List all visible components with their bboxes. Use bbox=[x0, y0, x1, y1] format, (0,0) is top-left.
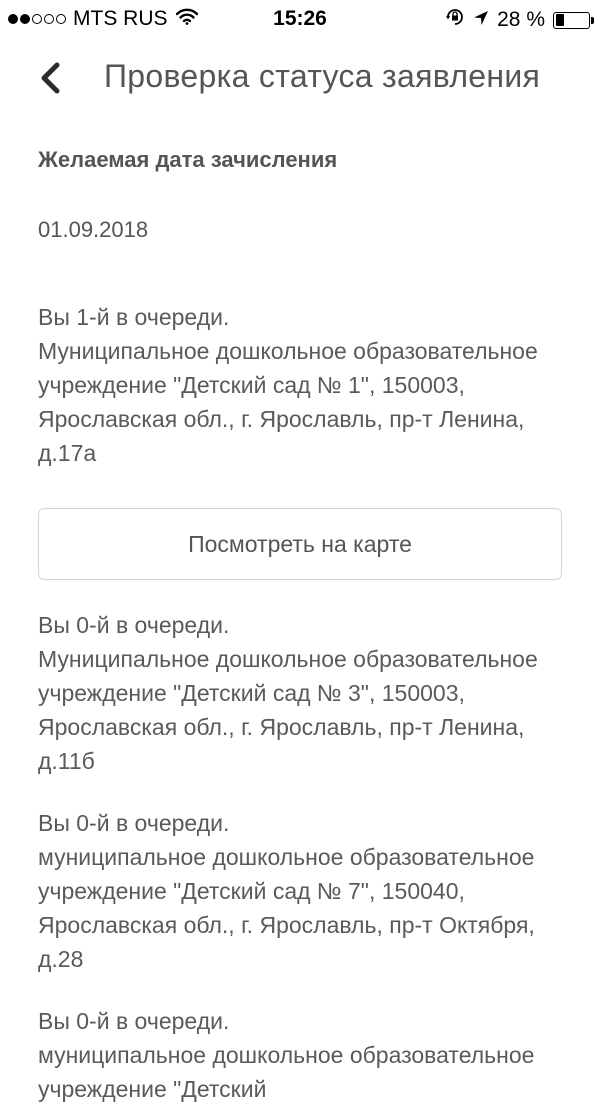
view-on-map-button[interactable]: Посмотреть на карте bbox=[38, 508, 562, 580]
enrollment-date-value: 01.09.2018 bbox=[38, 217, 149, 242]
queue-entry: Вы 0-й в очереди. муниципальное дошкольн… bbox=[38, 806, 568, 976]
status-bar-left: MTS RUS bbox=[8, 7, 198, 31]
signal-dot bbox=[56, 14, 66, 24]
queue-entry: Вы 0-й в очереди. Муниципальное дошкольн… bbox=[38, 608, 568, 778]
page-title: Проверка статуса заявления bbox=[104, 58, 541, 94]
signal-dot bbox=[32, 14, 42, 24]
chevron-left-icon bbox=[41, 62, 60, 94]
signal-dot bbox=[44, 14, 54, 24]
enrollment-date-heading: Желаемая дата зачисления bbox=[38, 147, 338, 172]
status-bar: MTS RUS 15:26 28 % bbox=[0, 0, 600, 40]
rotation-lock-icon bbox=[445, 7, 465, 33]
signal-dot bbox=[20, 14, 30, 24]
battery-percent: 28 % bbox=[497, 8, 545, 31]
queue-position: Вы 0-й в очереди. bbox=[38, 612, 230, 638]
application-status-content: Желаемая дата зачисления 01.09.2018 Вы 1… bbox=[38, 140, 568, 1106]
queue-entry: Вы 1-й в очереди. Муниципальное дошкольн… bbox=[38, 300, 568, 470]
institution-address: Муниципальное дошкольное образовательное… bbox=[38, 646, 538, 774]
location-arrow-icon bbox=[473, 8, 489, 32]
wifi-icon bbox=[175, 7, 198, 31]
signal-dot bbox=[8, 14, 18, 24]
carrier-name: MTS RUS bbox=[73, 7, 168, 30]
navigation-bar: Проверка статуса заявления bbox=[0, 40, 600, 120]
institution-address: муниципальное дошкольное образовательное… bbox=[38, 844, 535, 972]
institution-address: Муниципальное дошкольное образовательное… bbox=[38, 338, 538, 466]
signal-strength-icon bbox=[8, 14, 66, 24]
battery-icon bbox=[553, 11, 594, 29]
institution-address: муниципальное дошкольное образовательное… bbox=[38, 1042, 535, 1102]
back-button[interactable] bbox=[30, 58, 70, 98]
queue-entry: Вы 0-й в очереди. муниципальное дошкольн… bbox=[38, 1004, 568, 1106]
queue-position: Вы 0-й в очереди. bbox=[38, 1008, 230, 1034]
status-bar-right: 28 % bbox=[445, 7, 594, 33]
queue-position: Вы 1-й в очереди. bbox=[38, 304, 230, 330]
queue-position: Вы 0-й в очереди. bbox=[38, 810, 230, 836]
